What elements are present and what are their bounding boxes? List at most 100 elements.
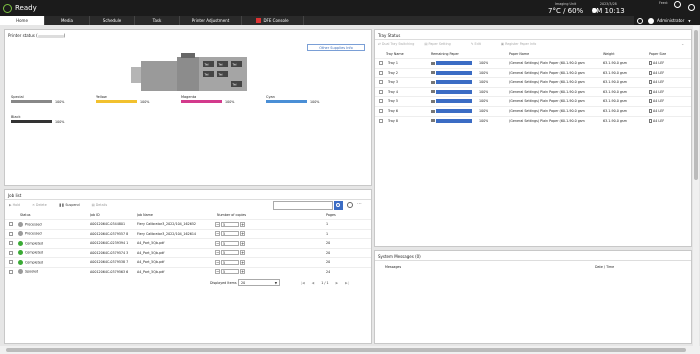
tab-printer-adjustment[interactable]: Printer Adjustment: [180, 16, 242, 25]
copies-input[interactable]: 5: [221, 240, 239, 246]
tray-row[interactable]: Tray 2 100% (General Settings) Plain Paper…: [375, 67, 691, 77]
delete-button[interactable]: ✕ Delete: [32, 203, 47, 207]
row-checkbox[interactable]: [9, 241, 13, 245]
tray-row[interactable]: Tray 3 100% (General Settings) Plain Paper…: [375, 77, 691, 86]
tab-dfe-console[interactable]: DFE Console: [242, 16, 304, 25]
row-checkbox[interactable]: [379, 80, 383, 85]
row-checkbox[interactable]: [379, 99, 383, 104]
other-supplies-button[interactable]: Other Supplies Info: [307, 44, 365, 51]
table-row[interactable]: Completed A0012064C-0379574 3 A4_Port_5Qb.…: [5, 247, 371, 257]
checkbox[interactable]: [379, 118, 383, 123]
row-checkbox[interactable]: [379, 89, 383, 94]
row-checkbox[interactable]: [379, 109, 383, 113]
checkbox[interactable]: [379, 109, 383, 113]
tray-row[interactable]: Tray 6 100% (General Settings) Plain Paper…: [375, 106, 691, 115]
checkbox[interactable]: [379, 70, 383, 75]
table-row[interactable]: Completed A0012064C-0379538 7 A4_Port_5Qb.…: [5, 257, 371, 266]
scrollbar-thumb[interactable]: [6, 348, 686, 352]
table-row[interactable]: Processed A0012064C-0379557 8 Fiery Calibr…: [5, 228, 371, 238]
job-status-text: Completed: [25, 260, 43, 264]
copies-input[interactable]: 5: [221, 250, 239, 255]
job-status: Spooled: [18, 269, 38, 274]
suspend-button[interactable]: ❚❚ Suspend: [59, 203, 80, 207]
table-row[interactable]: Completed A0012064C-0239394 1 A4_Port_5Qb.…: [5, 238, 371, 247]
row-checkbox[interactable]: [379, 70, 383, 75]
search-button[interactable]: [334, 201, 343, 210]
row-checkbox[interactable]: [9, 222, 13, 226]
copies-stepper[interactable]: −5 +: [215, 259, 245, 265]
details-button[interactable]: ▤ Details: [92, 203, 108, 207]
settings-icon[interactable]: [637, 17, 643, 24]
copies-stepper[interactable]: −5 +: [215, 221, 245, 227]
tab-schedule[interactable]: Schedule: [90, 16, 135, 25]
expand-icon[interactable]: ⌄: [681, 41, 684, 46]
edit-button[interactable]: ✎ Edit: [471, 42, 481, 46]
tab-task[interactable]: Task: [135, 16, 180, 25]
power-icon[interactable]: [688, 4, 695, 11]
per-page-select[interactable]: 20 ▼: [238, 279, 280, 286]
job-search-input[interactable]: [273, 201, 333, 210]
tray-row[interactable]: Tray 4 100% (General Settings) Plain Paper…: [375, 86, 691, 96]
tray-row[interactable]: Tray 5 100% (General Settings) Plain Paper…: [375, 96, 691, 105]
copies-stepper[interactable]: −5 +: [215, 231, 245, 236]
increment-button[interactable]: +: [240, 250, 245, 255]
copies-stepper[interactable]: −5 +: [215, 269, 245, 274]
more-icon[interactable]: ⋯: [357, 201, 362, 207]
tab-media[interactable]: Media: [45, 16, 90, 25]
paper-icon: [431, 99, 435, 103]
hold-button[interactable]: ▶ Hold: [9, 203, 20, 207]
checkbox[interactable]: [9, 269, 13, 274]
copies-stepper[interactable]: −5 +: [215, 240, 245, 246]
first-page-icon[interactable]: |◀: [301, 281, 305, 285]
increment-button[interactable]: +: [240, 259, 245, 265]
decrement-button[interactable]: −: [215, 221, 220, 227]
page-info: 1 / 1: [321, 281, 329, 285]
decrement-button[interactable]: −: [215, 240, 220, 246]
checkbox[interactable]: [9, 260, 13, 264]
increment-button[interactable]: +: [240, 240, 245, 246]
prev-page-icon[interactable]: ◀: [312, 281, 315, 285]
tray-row[interactable]: Tray 8 100% (General Settings) Plain Paper…: [375, 115, 691, 125]
remaining-paper-bar: [436, 61, 472, 65]
tab-home[interactable]: Home: [0, 16, 45, 25]
row-checkbox[interactable]: [9, 231, 13, 236]
row-checkbox[interactable]: [9, 269, 13, 274]
user-menu[interactable]: Administrator ▼: [634, 16, 700, 25]
dual-tray-button[interactable]: ⇄ Dual Tray Switching: [378, 42, 414, 46]
paper-setting-button[interactable]: ▤ Paper Setting: [424, 42, 450, 46]
checkbox[interactable]: [9, 241, 13, 245]
register-paper-button[interactable]: ▣ Register Paper Info: [501, 42, 536, 46]
gear-icon[interactable]: [347, 202, 353, 208]
copies-input[interactable]: 5: [221, 269, 239, 274]
checkbox[interactable]: [379, 80, 383, 85]
row-checkbox[interactable]: [9, 260, 13, 264]
increment-button[interactable]: +: [240, 269, 245, 274]
checkbox[interactable]: [379, 89, 383, 94]
copies-input[interactable]: 5: [221, 259, 239, 265]
decrement-button[interactable]: −: [215, 259, 220, 265]
table-row[interactable]: Processed A0012064C-0344801 Fiery Calibrat…: [5, 219, 371, 228]
row-checkbox[interactable]: [379, 61, 383, 65]
next-page-icon[interactable]: ▶: [336, 281, 339, 285]
row-checkbox[interactable]: [379, 118, 383, 123]
increment-button[interactable]: +: [240, 231, 245, 236]
scrollbar-thumb[interactable]: [694, 30, 698, 180]
horizontal-scrollbar[interactable]: [0, 346, 700, 354]
copies-input[interactable]: 5: [221, 221, 239, 227]
increment-button[interactable]: +: [240, 221, 245, 227]
copies-stepper[interactable]: −5 +: [215, 250, 245, 255]
checkbox[interactable]: [9, 222, 13, 226]
checkbox[interactable]: [9, 231, 13, 236]
decrement-button[interactable]: −: [215, 231, 220, 236]
checkbox[interactable]: [379, 99, 383, 104]
copies-input[interactable]: 5: [221, 231, 239, 236]
decrement-button[interactable]: −: [215, 269, 220, 274]
tray-row[interactable]: Tray 1 100% (General Settings) Plain Paper…: [375, 58, 691, 67]
last-page-icon[interactable]: ▶|: [345, 281, 349, 285]
checkbox[interactable]: [379, 61, 383, 65]
vertical-scrollbar[interactable]: [693, 26, 699, 346]
decrement-button[interactable]: −: [215, 250, 220, 255]
checkbox[interactable]: [9, 250, 13, 255]
table-row[interactable]: Spooled A0012064C-0379563 6 A4_Port_5Qb.pd…: [5, 266, 371, 276]
row-checkbox[interactable]: [9, 250, 13, 255]
